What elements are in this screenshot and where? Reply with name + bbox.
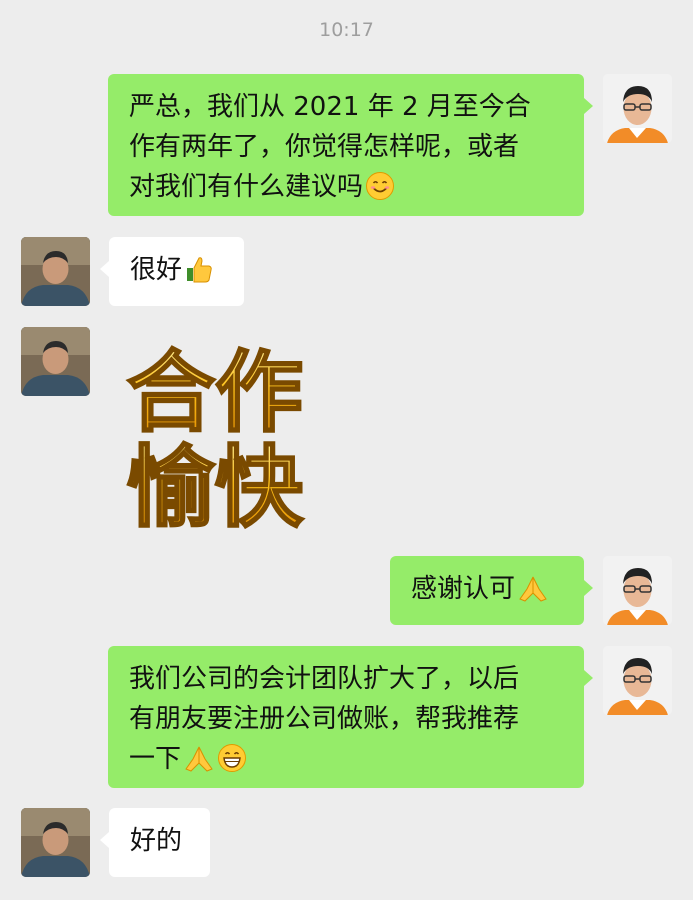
folded-hands-emoji-icon [183,743,215,785]
smiling-face-emoji-icon [365,171,395,213]
timestamp: 10:17 [319,19,374,41]
message-text-line: 对我们有什么建议吗 [129,167,563,213]
message-text-line: 作有两年了，你觉得怎样呢，或者 [129,132,520,162]
message-text-line: 有朋友要注册公司做账，帮我推荐 [129,704,520,734]
message-text-line: 我们公司的会计团队扩大了，以后 [129,664,520,694]
contact-avatar[interactable] [21,327,90,396]
message-text-line: 好的 [130,826,183,856]
message-text-line: 感谢认可 [411,569,563,615]
message-bubble[interactable]: 我们公司的会计团队扩大了，以后 有朋友要注册公司做账，帮我推荐 一下 [108,646,593,788]
my-avatar[interactable] [603,646,672,715]
sticker-image[interactable]: 合作 愉快 [118,333,313,541]
message-bubble[interactable]: 好的 [100,808,210,877]
thumbs-up-emoji-icon [184,254,214,296]
my-avatar[interactable] [603,556,672,625]
message-text-line: 严总，我们从 2021 年 2 月至今合 [129,92,531,122]
message-text-line: 一下 [129,739,563,785]
sticker-text-line: 合作 [127,341,303,444]
message-bubble[interactable]: 严总，我们从 2021 年 2 月至今合 作有两年了，你觉得怎样呢，或者 对我们… [108,74,593,216]
contact-avatar[interactable] [21,237,90,306]
message-text-line: 很好 [130,250,223,296]
message-bubble[interactable]: 很好 [100,237,244,306]
grinning-face-emoji-icon [217,743,247,785]
folded-hands-emoji-icon [517,573,549,615]
contact-avatar[interactable] [21,808,90,877]
sticker-text-line: 愉快 [127,436,304,533]
message-bubble[interactable]: 感谢认可 [390,556,593,625]
my-avatar[interactable] [603,74,672,143]
